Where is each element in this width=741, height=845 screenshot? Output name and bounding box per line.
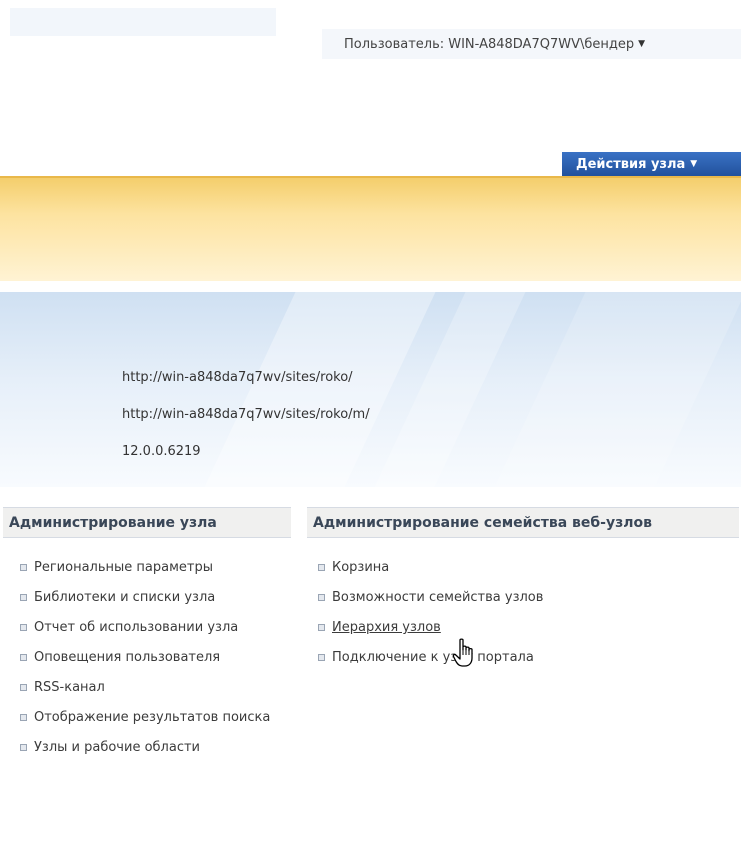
libraries-and-lists-link[interactable]: Библиотеки и списки узла	[34, 590, 215, 605]
list-item: Отчет об использовании узла	[20, 619, 274, 636]
bullet-icon	[318, 564, 325, 571]
bullet-icon	[20, 564, 27, 571]
list-item: Узлы и рабочие области	[20, 739, 294, 756]
recycle-bin-link[interactable]: Корзина	[332, 560, 389, 575]
site-admin-heading: Администрирование узла	[3, 507, 291, 538]
bullet-icon	[20, 714, 27, 721]
collection-admin-heading: Администрирование семейства веб-узлов	[307, 507, 739, 538]
search-results-link[interactable]: Отображение результатов поиска	[34, 710, 270, 725]
rss-link[interactable]: RSS-канал	[34, 680, 105, 695]
title-band	[0, 176, 741, 281]
list-item: Корзина	[318, 559, 732, 576]
bullet-icon	[20, 594, 27, 601]
chevron-down-icon: ▼	[638, 39, 646, 49]
site-admin-links: Региональные параметры Библиотеки и спис…	[20, 559, 294, 769]
list-item: Иерархия узлов	[318, 619, 732, 636]
bullet-icon	[318, 594, 325, 601]
list-item: Подключение к узлу портала	[318, 649, 732, 666]
bullet-icon	[318, 654, 325, 661]
user-label: Пользователь: WIN-A848DA7Q7WV\бендер	[344, 36, 635, 52]
regional-settings-link[interactable]: Региональные параметры	[34, 560, 213, 575]
banner-decoration	[494, 292, 741, 487]
bullet-icon	[318, 624, 325, 631]
usage-report-link[interactable]: Отчет об использовании узла	[34, 620, 238, 635]
bullet-icon	[20, 624, 27, 631]
bullet-icon	[20, 744, 27, 751]
top-left-area	[10, 8, 276, 36]
mobile-url: http://win-a848da7q7wv/sites/roko/m/	[122, 407, 370, 422]
bullet-icon	[20, 684, 27, 691]
bullet-icon	[20, 654, 27, 661]
site-collection-features-link[interactable]: Возможности семейства узлов	[332, 590, 543, 605]
list-item: Возможности семейства узлов	[318, 589, 732, 606]
site-url: http://win-a848da7q7wv/sites/roko/	[122, 370, 353, 385]
list-item: Оповещения пользователя	[20, 649, 234, 666]
site-info-banner	[0, 292, 741, 487]
list-item: RSS-канал	[20, 679, 294, 696]
list-item: Библиотеки и списки узла	[20, 589, 294, 606]
site-hierarchy-link[interactable]: Иерархия узлов	[332, 620, 441, 635]
sites-and-workspaces-link[interactable]: Узлы и рабочие области	[34, 740, 200, 755]
user-alerts-link[interactable]: Оповещения пользователя	[34, 650, 220, 665]
list-item: Отображение результатов поиска	[20, 709, 284, 726]
collection-admin-links: Корзина Возможности семейства узлов Иера…	[318, 559, 732, 679]
portal-connection-link[interactable]: Подключение к узлу портала	[332, 650, 534, 665]
user-menu[interactable]: Пользователь: WIN-A848DA7Q7WV\бендер ▼	[322, 29, 741, 59]
site-actions-label: Действия узла	[576, 156, 686, 172]
site-actions-button[interactable]: Действия узла ▼	[562, 152, 741, 176]
chevron-down-icon: ▼	[690, 159, 698, 169]
version-number: 12.0.0.6219	[122, 444, 201, 459]
list-item: Региональные параметры	[20, 559, 294, 576]
